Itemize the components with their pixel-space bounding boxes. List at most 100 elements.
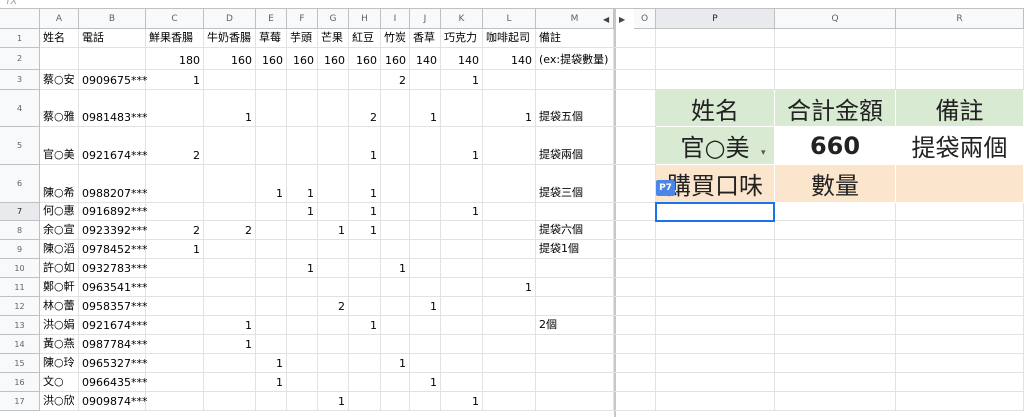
grid-cell[interactable] xyxy=(536,373,614,392)
grid-cell[interactable] xyxy=(483,203,536,221)
grid-cell[interactable]: 1 xyxy=(349,127,381,165)
grid-cell[interactable] xyxy=(536,297,614,316)
grid-cell[interactable]: 140 xyxy=(410,48,441,70)
row-header-6[interactable]: 6 xyxy=(0,165,40,203)
grid-cell[interactable] xyxy=(256,70,287,90)
grid-cell[interactable]: 1 xyxy=(410,373,441,392)
row-header-4[interactable]: 4 xyxy=(0,90,40,127)
grid-cell[interactable]: 1 xyxy=(410,90,441,127)
grid-cell[interactable] xyxy=(656,354,775,373)
grid-cell[interactable] xyxy=(896,316,1024,335)
grid-cell[interactable] xyxy=(318,90,349,127)
grid-cell[interactable]: 1 xyxy=(287,165,318,203)
grid-cell[interactable]: 160 xyxy=(349,48,381,70)
grid-cell[interactable] xyxy=(287,240,318,259)
grid-cell[interactable] xyxy=(656,259,775,278)
grid-cell[interactable]: 提袋六個 xyxy=(536,221,614,240)
grid-cell[interactable] xyxy=(256,259,287,278)
grid-cell[interactable] xyxy=(441,297,483,316)
grid-cell[interactable] xyxy=(634,203,656,221)
grid-cell[interactable] xyxy=(146,316,204,335)
grid-cell[interactable]: 陳○玲 xyxy=(40,354,79,373)
grid-cell[interactable] xyxy=(536,259,614,278)
row-header-16[interactable]: 16 xyxy=(0,373,40,392)
grid-cell[interactable] xyxy=(204,203,256,221)
grid-cell[interactable]: 姓名 xyxy=(40,29,79,48)
grid-cell[interactable] xyxy=(441,316,483,335)
grid-cell[interactable] xyxy=(381,316,410,335)
grid-cell[interactable] xyxy=(381,373,410,392)
grid-cell[interactable]: 0921674*** xyxy=(79,316,148,335)
grid-cell[interactable]: 2 xyxy=(204,221,256,240)
grid-cell[interactable]: 竹炭 xyxy=(381,29,410,48)
grid-cell[interactable] xyxy=(896,335,1024,354)
grid-cell[interactable] xyxy=(349,354,381,373)
grid-cell[interactable] xyxy=(381,165,410,203)
grid-cell[interactable] xyxy=(536,70,614,90)
grid-cell[interactable] xyxy=(483,127,536,165)
grid-cell[interactable] xyxy=(381,278,410,297)
row-header-15[interactable]: 15 xyxy=(0,354,40,373)
grid-cell[interactable] xyxy=(896,203,1024,221)
grid-cell[interactable]: 1 xyxy=(483,90,536,127)
grid-cell[interactable] xyxy=(634,316,656,335)
grid-cell[interactable]: 2 xyxy=(381,70,410,90)
grid-cell[interactable] xyxy=(896,392,1024,411)
grid-cell[interactable]: 2 xyxy=(146,221,204,240)
grid-cell[interactable] xyxy=(318,259,349,278)
grid-cell[interactable] xyxy=(775,392,896,411)
grid-cell[interactable] xyxy=(318,354,349,373)
grid-cell[interactable] xyxy=(410,203,441,221)
column-scroll-right-icon[interactable]: ▶ xyxy=(619,9,625,29)
grid-cell[interactable] xyxy=(775,373,896,392)
grid-cell[interactable]: 1 xyxy=(256,354,287,373)
grid-cell[interactable]: 1 xyxy=(349,221,381,240)
grid-cell[interactable] xyxy=(410,165,441,203)
grid-cell[interactable] xyxy=(381,335,410,354)
grid-cell[interactable] xyxy=(318,335,349,354)
summary-name-select[interactable]: 官○美 xyxy=(656,127,775,165)
grid-cell[interactable] xyxy=(775,297,896,316)
grid-cell[interactable] xyxy=(146,297,204,316)
grid-cell[interactable] xyxy=(483,259,536,278)
column-header-r[interactable]: R xyxy=(896,9,1024,29)
grid-cell[interactable] xyxy=(775,278,896,297)
grid-cell[interactable] xyxy=(536,354,614,373)
grid-cell[interactable] xyxy=(256,278,287,297)
grid-cell[interactable]: 文○ xyxy=(40,373,79,392)
grid-cell[interactable] xyxy=(287,278,318,297)
grid-cell[interactable] xyxy=(775,316,896,335)
grid-cell[interactable] xyxy=(896,221,1024,240)
column-header-e[interactable]: E xyxy=(256,9,287,29)
grid-cell[interactable] xyxy=(656,316,775,335)
grid-cell[interactable] xyxy=(318,278,349,297)
grid-cell[interactable] xyxy=(634,90,656,127)
grid-cell[interactable] xyxy=(146,278,204,297)
row-header-13[interactable]: 13 xyxy=(0,316,40,335)
grid-cell[interactable] xyxy=(381,90,410,127)
grid-cell[interactable]: 2 xyxy=(146,127,204,165)
grid-cell[interactable] xyxy=(410,278,441,297)
grid-cell[interactable] xyxy=(318,316,349,335)
chevron-down-icon[interactable]: ▾ xyxy=(761,148,766,158)
grid-cell[interactable] xyxy=(634,240,656,259)
grid-cell[interactable] xyxy=(381,203,410,221)
row-header-7[interactable]: 7 xyxy=(0,203,40,221)
grid-cell[interactable] xyxy=(775,335,896,354)
grid-cell[interactable] xyxy=(287,354,318,373)
grid-cell[interactable] xyxy=(381,240,410,259)
grid-cell[interactable] xyxy=(381,221,410,240)
grid-cell[interactable] xyxy=(410,335,441,354)
grid-cell[interactable] xyxy=(349,297,381,316)
grid-cell[interactable]: 140 xyxy=(483,48,536,70)
grid-cell[interactable] xyxy=(483,70,536,90)
row-header-10[interactable]: 10 xyxy=(0,259,40,278)
grid-cell[interactable] xyxy=(775,240,896,259)
grid-cell[interactable]: 140 xyxy=(441,48,483,70)
grid-cell[interactable]: 提袋1個 xyxy=(536,240,614,259)
grid-cell[interactable] xyxy=(381,297,410,316)
grid-cell[interactable] xyxy=(204,70,256,90)
column-header-d[interactable]: D xyxy=(204,9,256,29)
row-header-17[interactable]: 17 xyxy=(0,392,40,411)
grid-cell[interactable]: (ex:提袋數量) xyxy=(536,48,614,70)
